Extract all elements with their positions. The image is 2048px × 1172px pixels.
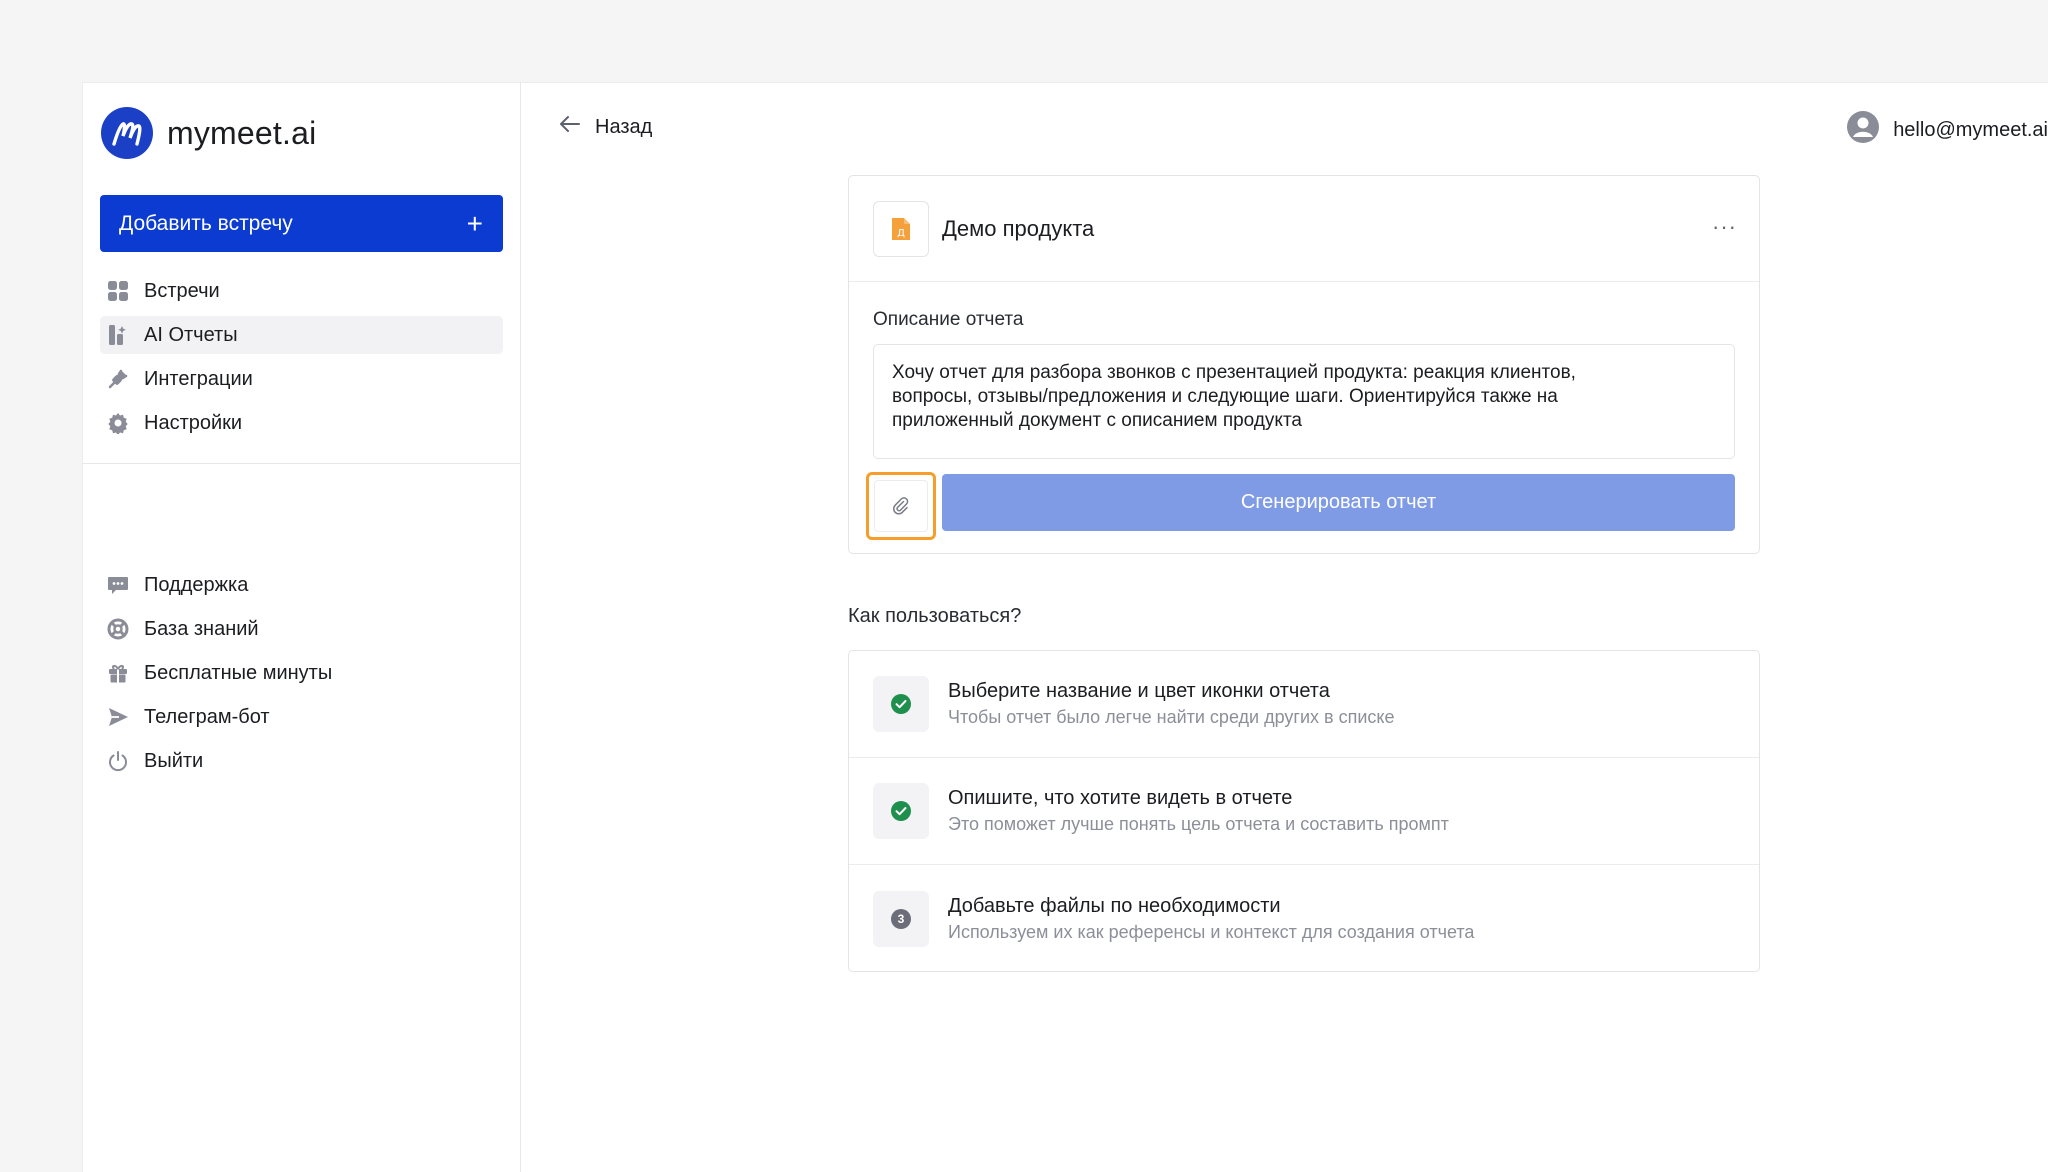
step-item: 3 Добавьте файлы по необходимости Исполь… — [849, 865, 1759, 972]
report-editor-card: Д Демо продукта ··· Описание отчета Хочу… — [848, 175, 1760, 554]
sidebar-item-integrations[interactable]: Интеграции — [100, 360, 503, 398]
arrow-left-icon — [559, 115, 581, 139]
chat-icon — [106, 573, 130, 597]
paperclip-icon — [893, 497, 909, 515]
step-status-badge: 3 — [873, 890, 929, 947]
sidebar-divider — [83, 463, 520, 464]
check-circle-icon — [891, 694, 911, 714]
reports-icon — [106, 323, 130, 347]
step-status-badge — [873, 783, 929, 839]
sidebar-item-label: База знаний — [144, 617, 259, 640]
attach-file-inner — [874, 480, 928, 532]
svg-text:Д: Д — [897, 228, 905, 239]
howto-heading: Как пользоваться? — [848, 605, 1022, 627]
sidebar-item-label: Интеграции — [144, 367, 253, 390]
sidebar-item-label: Встречи — [144, 279, 220, 302]
document-icon: Д — [892, 217, 910, 240]
gear-icon — [106, 411, 130, 435]
avatar-icon — [1847, 111, 1880, 149]
step-subtitle: Используем их как референсы и контекст д… — [948, 921, 1475, 942]
report-title[interactable]: Демо продукта — [942, 216, 1094, 242]
sidebar-item-label: Поддержка — [144, 573, 249, 596]
sidebar-item-label: Телеграм-бот — [144, 705, 270, 728]
sidebar-item-label: AI Отчеты — [144, 323, 238, 346]
step-status-badge — [873, 676, 929, 732]
send-icon — [106, 705, 130, 729]
description-textarea[interactable]: Хочу отчет для разбора звонков с презент… — [873, 344, 1735, 459]
more-options-icon[interactable]: ··· — [1712, 214, 1737, 240]
report-icon-picker[interactable]: Д — [873, 200, 929, 257]
sidebar-item-label: Выйти — [144, 749, 204, 772]
check-circle-icon — [891, 801, 911, 821]
back-label: Назад — [595, 115, 653, 138]
sidebar-item-free-minutes[interactable]: Бесплатные минуты — [100, 654, 503, 692]
sidebar-item-label: Бесплатные минуты — [144, 661, 333, 684]
sidebar-item-ai-reports[interactable]: AI Отчеты — [100, 316, 503, 354]
step-subtitle: Это поможет лучше понять цель отчета и с… — [948, 814, 1449, 834]
power-icon — [106, 749, 130, 773]
add-meeting-label: Добавить встречу — [119, 211, 293, 235]
step-title: Добавьте файлы по необходимости — [948, 894, 1281, 917]
step-subtitle: Чтобы отчет было легче найти среди други… — [948, 707, 1395, 727]
sidebar-item-meetings[interactable]: Встречи — [100, 272, 503, 310]
user-email: hello@mymeet.ai — [1893, 118, 2048, 141]
step-title: Выберите название и цвет иконки отчета — [948, 680, 1330, 702]
sidebar-item-logout[interactable]: Выйти — [100, 742, 503, 780]
generate-report-button[interactable]: Сгенерировать отчет — [942, 474, 1735, 531]
step-title: Опишите, что хотите видеть в отчете — [948, 787, 1293, 809]
lifebuoy-icon — [106, 617, 130, 641]
sidebar-item-knowledge-base[interactable]: База знаний — [100, 610, 503, 648]
brand-name: mymeet.ai — [167, 114, 317, 151]
user-menu[interactable]: hello@mymeet.ai — [1847, 111, 2048, 149]
step-item: Выберите название и цвет иконки отчета Ч… — [849, 651, 1759, 758]
attach-file-button[interactable] — [866, 472, 936, 540]
sidebar: mymeet.ai Добавить встречу + Встречи AI … — [83, 83, 521, 1172]
logo-icon — [101, 107, 153, 159]
report-header: Д Демо продукта ··· — [849, 176, 1759, 282]
grid-icon — [106, 279, 130, 303]
plus-icon: + — [466, 207, 483, 239]
sidebar-item-support[interactable]: Поддержка — [100, 566, 503, 604]
secondary-nav: Поддержка База знаний Бесплатные минуты … — [100, 566, 503, 786]
add-meeting-button[interactable]: Добавить встречу + — [100, 195, 503, 252]
sidebar-item-label: Настройки — [144, 411, 243, 434]
description-label: Описание отчета — [873, 309, 1024, 330]
step-item: Опишите, что хотите видеть в отчете Это … — [849, 758, 1759, 865]
sidebar-item-settings[interactable]: Настройки — [100, 404, 503, 442]
step-number: 3 — [891, 908, 911, 929]
app-window: mymeet.ai Добавить встречу + Встречи AI … — [82, 82, 2048, 1172]
primary-nav: Встречи AI Отчеты Интеграции Настройки — [100, 272, 503, 448]
howto-steps: Выберите название и цвет иконки отчета Ч… — [848, 650, 1760, 972]
back-link[interactable]: Назад — [559, 115, 652, 139]
plug-icon — [106, 367, 130, 391]
logo[interactable]: mymeet.ai — [101, 107, 316, 159]
sidebar-item-telegram-bot[interactable]: Телеграм-бот — [100, 698, 503, 736]
main-content: Назад hello@mymeet.ai Д Демо продукта ··… — [521, 83, 2048, 1172]
gift-icon — [106, 661, 130, 685]
